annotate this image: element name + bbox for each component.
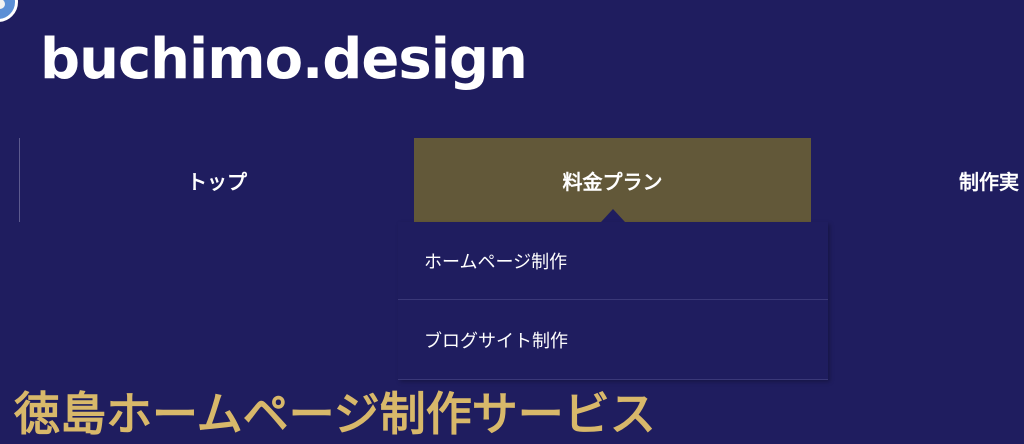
logo-circle-icon[interactable]	[0, 0, 18, 22]
dropdown-item-blog-site[interactable]: ブログサイト制作	[398, 300, 828, 380]
caret-up-icon	[600, 209, 625, 222]
nav-item-top[interactable]: トップ	[20, 138, 414, 222]
site-title[interactable]: buchimo.design	[40, 22, 528, 98]
nav-item-pricing[interactable]: 料金プラン	[414, 138, 811, 222]
nav-item-pricing-label: 料金プラン	[562, 169, 663, 194]
dropdown-item-homepage[interactable]: ホームページ制作	[398, 222, 828, 300]
nav-item-works[interactable]: 制作実	[811, 138, 1024, 222]
hero-title: 徳島ホームページ制作サービス	[14, 387, 656, 441]
pricing-dropdown-menu: ホームページ制作 ブログサイト制作	[398, 222, 828, 380]
main-nav: トップ 料金プラン 制作実	[0, 138, 1024, 222]
